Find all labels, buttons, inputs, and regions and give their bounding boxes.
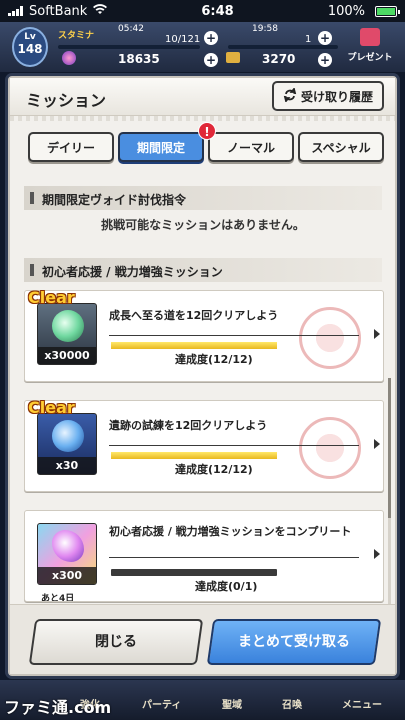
section-header-void: 期間限定ヴォイド討伐指令 bbox=[24, 186, 382, 210]
remaining-days: あと4日 bbox=[41, 594, 75, 602]
reward-qty: x30 bbox=[38, 457, 96, 474]
mission-card-3[interactable]: x300 あと4日 初心者応援 / 戦力増強ミッションをコンプリート 達成度(0… bbox=[24, 510, 384, 602]
stamina-bar bbox=[58, 45, 200, 49]
coin-plus-button[interactable]: + bbox=[318, 53, 332, 67]
reward-thumb: x300 bbox=[37, 523, 97, 585]
scrollbar-thumb[interactable] bbox=[388, 378, 391, 518]
progress-text: 達成度(12/12) bbox=[175, 353, 253, 366]
rainbow-gem-icon bbox=[52, 530, 84, 562]
progress-text: 達成度(0/1) bbox=[195, 580, 258, 593]
header-divider bbox=[10, 116, 395, 121]
gift-icon bbox=[360, 28, 380, 46]
dialog-header: ミッション 受け取り履歴 bbox=[10, 78, 395, 116]
chevron-right-icon bbox=[374, 329, 380, 339]
nav-summon[interactable]: 召喚 bbox=[282, 696, 302, 711]
refresh-icon bbox=[283, 86, 297, 105]
dialog-footer: 閉じる まとめて受け取る bbox=[10, 604, 395, 674]
watermark-logo: ファミ通.com bbox=[4, 698, 112, 717]
mission-divider bbox=[109, 445, 359, 446]
mission-title: 成長へ至る道を12回クリアしよう bbox=[109, 309, 279, 322]
mission-divider bbox=[109, 557, 359, 558]
mission-divider bbox=[109, 335, 359, 336]
history-button[interactable]: 受け取り履歴 bbox=[272, 81, 384, 111]
nav-party[interactable]: パーティ bbox=[142, 696, 181, 711]
tab-limited[interactable]: 期間限定 bbox=[118, 132, 204, 162]
mission-dialog: ミッション 受け取り履歴 デイリー 期間限定 ノーマル スペシャル ! 期間限定… bbox=[8, 76, 397, 676]
alert-badge: ! bbox=[198, 122, 216, 140]
chevron-right-icon bbox=[374, 439, 380, 449]
close-button[interactable]: 閉じる bbox=[28, 619, 204, 665]
history-button-label: 受け取り履歴 bbox=[300, 89, 373, 104]
item-timer: 19:58 bbox=[252, 24, 278, 34]
empty-message: 挑戦可能なミッションはありません。 bbox=[101, 218, 305, 232]
item-plus-button[interactable]: + bbox=[318, 31, 332, 45]
progress-bar bbox=[111, 342, 277, 349]
game-header: Lv 148 スタミナ 05:42 10/121 + 18635 + 19:58… bbox=[0, 22, 405, 72]
progress-bar bbox=[111, 452, 277, 459]
stamina-value: 10/121 bbox=[165, 34, 201, 45]
item-bar bbox=[228, 45, 338, 49]
crystal-icon bbox=[52, 310, 84, 342]
bulk-receive-button[interactable]: まとめて受け取る bbox=[206, 619, 382, 665]
section-header-beginner: 初心者応援 / 戦力増強ミッション bbox=[24, 258, 382, 282]
bulk-receive-label: まとめて受け取る bbox=[238, 634, 350, 650]
gem-icon bbox=[62, 51, 76, 65]
clock: 6:48 bbox=[201, 3, 234, 19]
reward-thumb: x30 bbox=[37, 413, 97, 475]
progress-bar bbox=[111, 569, 277, 576]
reward-qty: x30000 bbox=[38, 347, 96, 364]
nav-sanctuary[interactable]: 聖域 bbox=[222, 696, 242, 711]
stamina-plus-button[interactable]: + bbox=[204, 31, 218, 45]
coin-icon bbox=[226, 52, 240, 63]
tab-daily[interactable]: デイリー bbox=[28, 132, 114, 162]
signal-icon bbox=[8, 6, 23, 16]
status-bar: SoftBank 6:48 100% bbox=[0, 0, 405, 22]
progress-text: 達成度(12/12) bbox=[175, 463, 253, 476]
level-value: 148 bbox=[17, 42, 43, 56]
reward-qty: x300 bbox=[38, 567, 96, 584]
carrier-label: SoftBank bbox=[29, 3, 88, 19]
wifi-icon bbox=[93, 3, 108, 19]
mission-card-2[interactable]: x30 遺跡の試練を12回クリアしよう 達成度(12/12) bbox=[24, 400, 384, 492]
tab-normal[interactable]: ノーマル bbox=[208, 132, 294, 162]
mission-title: 遺跡の試練を12回クリアしよう bbox=[109, 419, 268, 432]
present-button[interactable]: プレゼント bbox=[340, 24, 400, 68]
present-label: プレゼント bbox=[347, 53, 393, 63]
gem-plus-button[interactable]: + bbox=[204, 53, 218, 67]
tab-bar: デイリー 期間限定 ノーマル スペシャル ! bbox=[28, 122, 384, 162]
progress-fill bbox=[111, 452, 277, 459]
level-badge[interactable]: Lv 148 bbox=[12, 27, 48, 67]
gem-count: 18635 bbox=[118, 52, 160, 66]
level-label: Lv bbox=[24, 32, 36, 42]
nav-menu[interactable]: メニュー bbox=[342, 696, 382, 711]
tab-special[interactable]: スペシャル bbox=[298, 132, 384, 162]
orb-icon bbox=[52, 420, 84, 452]
mission-title: 初心者応援 / 戦力増強ミッションをコンプリート bbox=[109, 525, 352, 538]
stamina-label: スタミナ bbox=[58, 31, 95, 41]
mission-card-1[interactable]: x30000 成長へ至る道を12回クリアしよう 達成度(12/12) bbox=[24, 290, 384, 382]
progress-fill bbox=[111, 342, 277, 349]
dialog-title: ミッション bbox=[26, 91, 107, 110]
stamina-timer: 05:42 bbox=[118, 24, 144, 34]
close-button-label: 閉じる bbox=[95, 634, 137, 650]
clear-label: Clear bbox=[28, 398, 75, 417]
battery-percent: 100% bbox=[327, 3, 365, 19]
clear-label: Clear bbox=[28, 288, 75, 307]
item-count: 1 bbox=[305, 34, 312, 45]
coin-count: 3270 bbox=[262, 52, 296, 66]
reward-thumb: x30000 bbox=[37, 303, 97, 365]
battery-icon bbox=[374, 5, 400, 17]
chevron-right-icon bbox=[374, 549, 380, 559]
